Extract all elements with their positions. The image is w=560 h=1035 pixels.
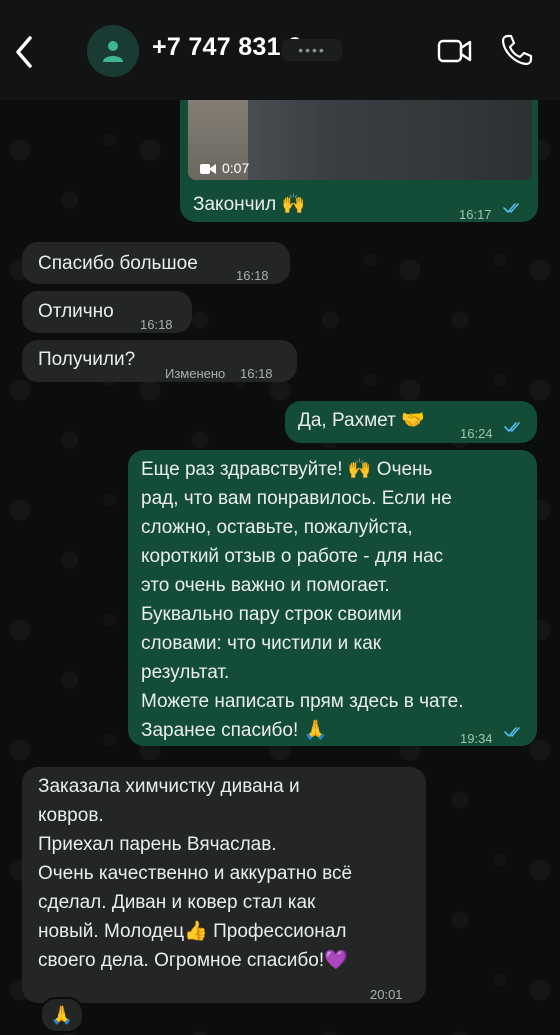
- voice-call-button[interactable]: [500, 33, 534, 67]
- message-text: Заказала химчистку дивана и ковров. Прие…: [38, 776, 353, 971]
- message-bubble-incoming[interactable]: Спасибо большое 16:18: [22, 242, 290, 284]
- message-time: 16:18: [240, 366, 273, 381]
- person-icon: [103, 41, 123, 62]
- message-time: 20:01: [370, 987, 403, 1002]
- message-text: Отлично: [38, 301, 114, 322]
- message-bubble-incoming[interactable]: Получили? Изменено 16:18: [22, 340, 297, 382]
- redaction-mask: ••••: [282, 39, 342, 61]
- avatar[interactable]: [87, 25, 139, 77]
- message-reaction[interactable]: 🙏: [40, 997, 84, 1033]
- message-text: Да, Рахмет 🤝: [298, 410, 425, 431]
- chevron-left-icon: [16, 36, 32, 68]
- back-button[interactable]: [8, 30, 42, 74]
- phone-icon: [501, 34, 533, 66]
- message-bubble-outgoing[interactable]: Да, Рахмет 🤝 16:24: [285, 401, 537, 443]
- message-text: Спасибо большое: [38, 253, 198, 274]
- message-bubble-incoming[interactable]: Отлично 16:18: [22, 291, 192, 333]
- message-bubble-incoming[interactable]: Заказала химчистку дивана и ковров. Прие…: [22, 767, 426, 1003]
- message-time: 19:34: [460, 731, 493, 746]
- message-time: 16:18: [236, 268, 269, 283]
- read-ticks-icon: [504, 422, 520, 433]
- message-bubble-outgoing[interactable]: Еще раз здравствуйте! 🙌 Очень рад, что в…: [128, 450, 537, 746]
- message-time: 16:24: [460, 426, 493, 441]
- read-ticks-icon: [503, 203, 519, 214]
- message-bubble-outgoing[interactable]: 0:07 Закончил 🙌 16:17: [180, 82, 538, 222]
- video-camera-icon: [200, 163, 216, 174]
- message-time: 16:17: [459, 207, 492, 222]
- chat-header: +7 747 831 9 ••••: [0, 0, 560, 100]
- contact-name[interactable]: +7 747 831 9: [152, 33, 302, 62]
- video-call-button[interactable]: [437, 36, 473, 66]
- message-text: Получили?: [38, 349, 136, 370]
- read-ticks-icon: [504, 727, 520, 738]
- message-time: 16:18: [140, 317, 173, 332]
- message-text: Еще раз здравствуйте! 🙌 Очень рад, что в…: [141, 459, 464, 741]
- video-duration: 0:07: [200, 154, 249, 180]
- edited-label: Изменено: [165, 366, 226, 381]
- video-camera-icon: [437, 39, 472, 63]
- message-text: Закончил 🙌: [193, 194, 306, 215]
